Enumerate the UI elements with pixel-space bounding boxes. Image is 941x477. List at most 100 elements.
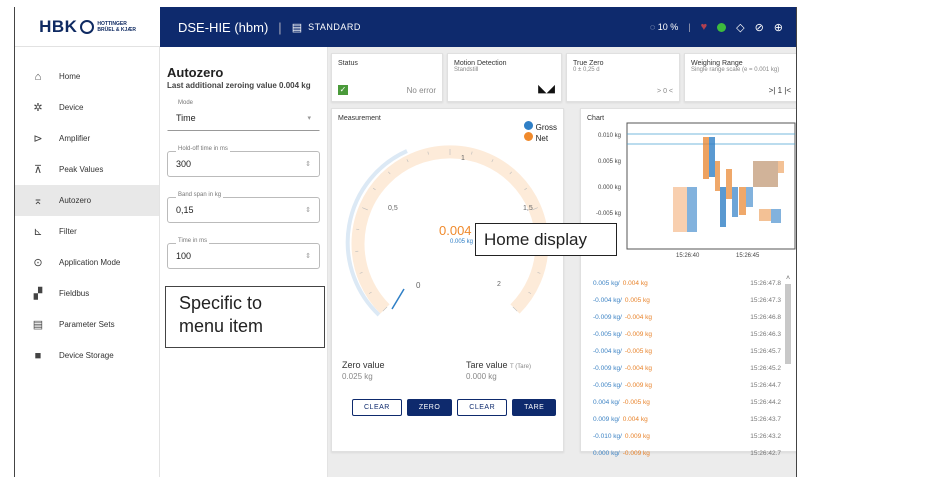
gross-reading: -0.005 kg/ [593,382,622,389]
log-row: -0.010 kg/0.009 kg 15:26:43.2 [581,428,796,445]
menu-callout-line1: Specific to [179,293,263,313]
chart-bar [709,137,715,177]
sidebar-item-label: Amplifier [59,134,91,143]
measurement-buttons: CLEAR ZERO CLEAR TARE [352,399,557,416]
band-span-field[interactable]: Band span in kg 0,15 ⇕ [167,192,320,223]
globe-logo-icon [80,19,95,34]
gross-reading: -0.010 kg/ [593,433,622,440]
motion-title: Motion Detection [454,60,507,67]
sidebar-item-device[interactable]: ✲ Device [15,92,159,123]
net-reading: 0.004 kg [622,416,648,423]
sidebar-item-application-mode[interactable]: ⊙ Application Mode [15,247,159,278]
gross-reading: -0.005 kg/ [593,331,622,338]
stepper-icon[interactable]: ⇕ [305,252,311,260]
sidebar-item-autozero[interactable]: ⌅ Autozero [15,185,159,216]
scale-label-2: 2 [497,281,501,288]
stepper-icon[interactable]: ⇕ [305,206,311,214]
motion-card: Motion Detection Standstill ◣◢ [447,53,562,102]
fieldbus-icon: ▞ [33,288,43,300]
scale-label-1: 1 [461,155,465,162]
chart-bar [778,161,784,173]
xtick-15-26-45: 15:26:45 [736,253,760,259]
log-row: 0.000 kg/-0.009 kg 15:26:42.7 [581,445,796,462]
chart-bar [753,161,778,187]
time-field[interactable]: Time in ms 100 ⇕ [167,238,320,269]
chart-bar [739,187,746,215]
time-label: Time in ms [176,238,210,244]
timestamp: 15:26:43.7 [750,416,781,423]
help-icon[interactable]: ⊘ [755,21,764,34]
sidebar-item-label: Autozero [59,196,92,205]
net-reading: -0.004 kg [624,365,653,372]
sidebar-item-parameter-sets[interactable]: ▤ Parameter Sets [15,309,159,340]
net-reading: -0.009 kg [624,382,653,389]
band-span-value: 0,15 [176,205,194,215]
gross-reading: 0.009 kg/ [593,416,620,423]
timestamp: 15:26:45.2 [750,365,781,372]
sidebar-item-amplifier[interactable]: ⊳ Amplifier [15,123,159,154]
scale-label-1-5: 1,5 [523,205,533,212]
sidebar-item-fieldbus[interactable]: ▞ Fieldbus [15,278,159,309]
header-actions: ◌ 10 % | ♥ ◇ ⊘ ⊕ [650,21,783,34]
gross-reading: 0.005 kg/ [593,280,620,287]
filter-icon: ⊾ [33,226,43,238]
page-description: Last additional zeroing value 0.004 kg [167,81,311,90]
menu-callout-line2: menu item [179,316,264,336]
hold-off-time-value: 300 [176,159,192,169]
sidebar-item-device-storage[interactable]: ■ Device Storage [15,340,159,371]
status-title: Status [338,60,358,67]
clear-zero-button[interactable]: CLEAR [352,399,402,416]
tare-button[interactable]: TARE [512,399,557,416]
sidebar-item-peak-values[interactable]: ⊼ Peak Values [15,154,159,185]
menu-callout: Specific to menu item [165,286,325,348]
stepper-icon[interactable]: ⇕ [305,160,311,168]
chart-bar [720,187,726,227]
tare-sub: T (Tare) [510,364,531,370]
sidebar-list: ⌂ Home ✲ Device ⊳ Amplifier ⊼ Peak Values ⌅ Autoz… [15,61,159,371]
clear-tare-button[interactable]: CLEAR [457,399,508,416]
time-value: 100 [176,251,192,261]
tare-value-label: Tare value [466,360,508,370]
target-icon[interactable]: ◇ [736,21,744,34]
sidebar-item-filter[interactable]: ⊾ Filter [15,216,159,247]
measurement-card: Measurement Gross Net 0 0,5 1 1,5 2 0.00… [331,108,564,452]
gross-value: 0.005 kg [450,239,474,245]
log-row: -0.005 kg/-0.009 kg 15:26:46.3 [581,326,796,343]
device-name: DSE-HIE (hbm) [178,19,269,35]
language-globe-icon[interactable]: ⊕ [774,21,783,34]
true-zero-card: True Zero 0 ± 0,25 d > 0 < [566,53,680,102]
log-row: -0.004 kg/-0.005 kg 15:26:45.7 [581,343,796,360]
zero-button[interactable]: ZERO [406,399,453,416]
mode-select[interactable]: Mode Time ▾ [167,100,320,131]
sidebar-item-home[interactable]: ⌂ Home [15,61,159,92]
sidebar-item-label: Home [59,72,81,81]
hold-off-time-label: Hold-off time in ms [176,146,230,152]
chart-bar [732,187,738,217]
header-bar: DSE-HIE (hbm) | ▤ STANDARD ◌ 10 % | ♥ ◇ … [160,7,796,47]
log-scrollbar[interactable]: ˄ [785,275,791,453]
gear-icon: ✲ [33,102,43,114]
logo-text: HBK [39,16,78,36]
page-title: Autozero [167,65,224,80]
net-reading: -0.009 kg [622,450,650,457]
measurement-log: 0.005 kg/0.004 kg 15:26:47.8 -0.004 kg/0.0… [581,275,796,462]
autozero-icon: ⌅ [33,195,43,207]
status-dot-icon [717,22,727,32]
true-zero-sub: 0 ± 0,25 d [573,67,600,73]
parameter-icon: ▤ [32,319,44,331]
weighing-range-title: Weighing Range [691,60,743,67]
log-row: -0.005 kg/-0.009 kg 15:26:44.7 [581,377,796,394]
scroll-up-icon[interactable]: ˄ [785,275,791,282]
hold-off-time-field[interactable]: Hold-off time in ms 300 ⇕ [167,146,320,177]
scrollbar-thumb[interactable] [785,284,791,364]
net-reading: -0.004 kg [624,314,653,321]
motion-value: Standstill [454,67,479,73]
chart-bar [759,209,771,221]
band-span-label: Band span in kg [176,192,224,198]
status-card: Status ✓ No error [331,53,443,102]
tare-label-group: Tare value T (Tare) [466,360,531,370]
timestamp: 15:26:46.8 [750,314,781,321]
gross-reading: 0.000 kg/ [593,450,620,457]
gauge-needle [391,288,405,310]
progress-text: 10 % [657,22,679,32]
